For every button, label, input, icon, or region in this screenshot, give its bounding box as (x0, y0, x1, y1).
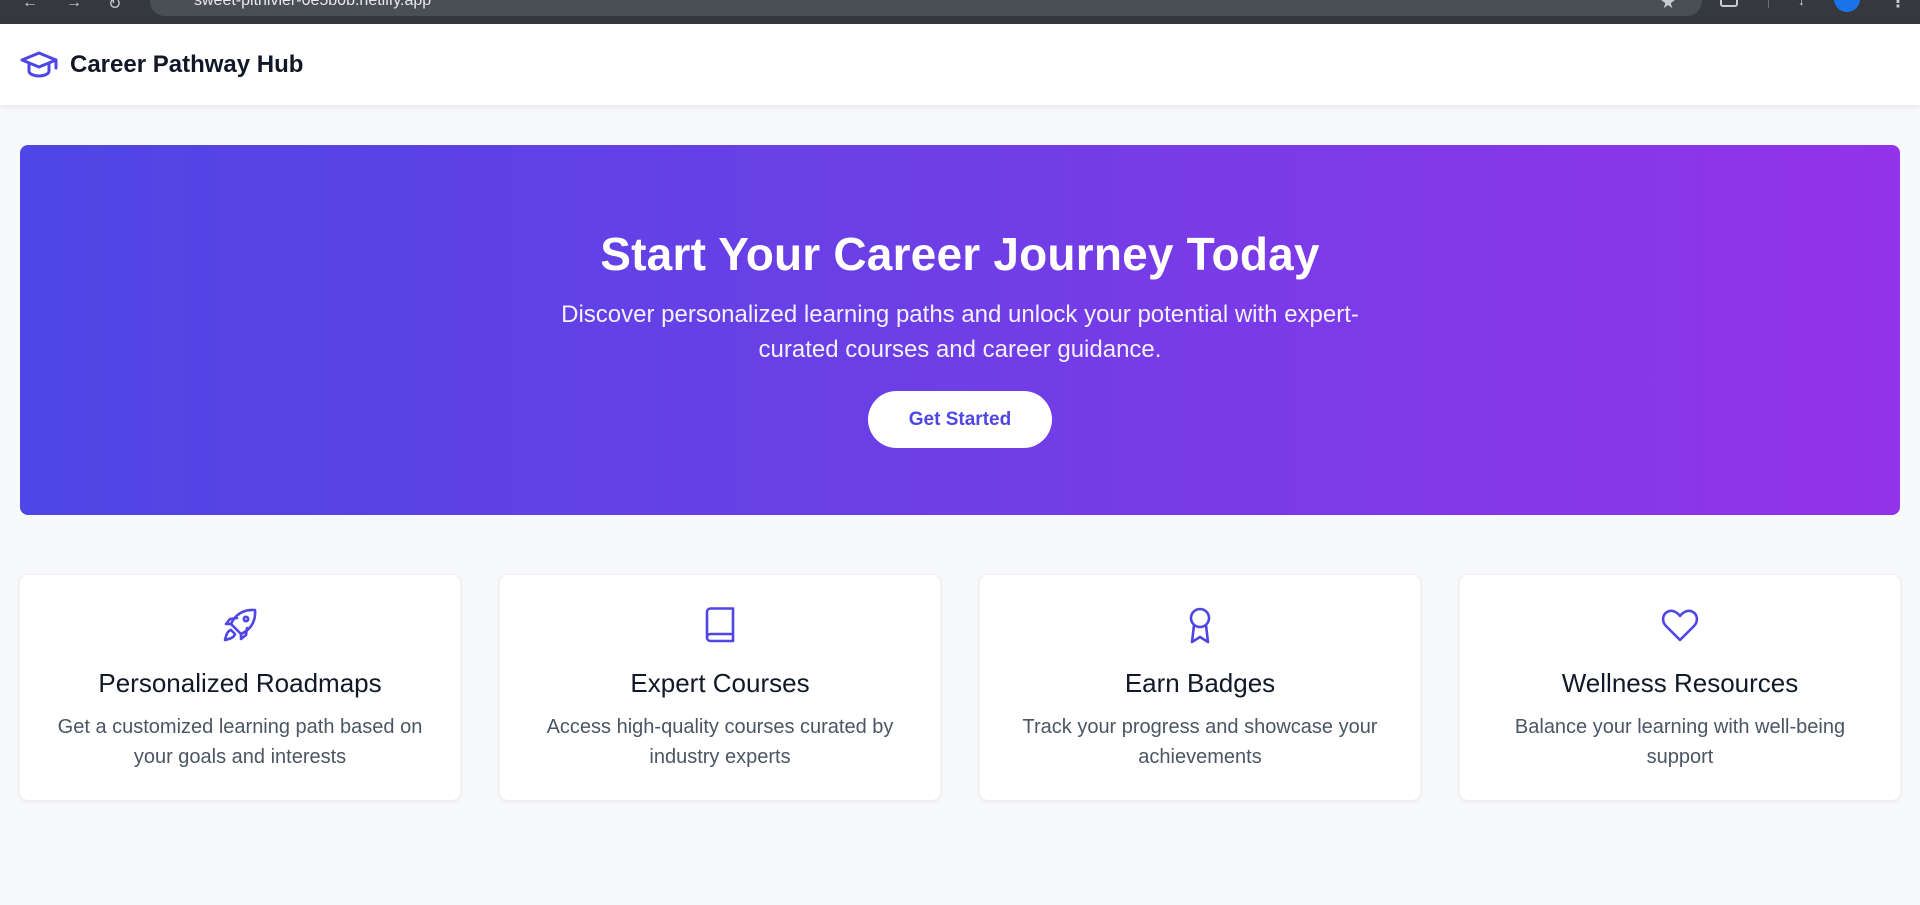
feature-description: Get a customized learning path based on … (57, 716, 423, 768)
feature-card-badges[interactable]: Earn Badges Track your progress and show… (980, 575, 1420, 800)
extensions-icon[interactable] (1720, 0, 1738, 7)
profile-avatar[interactable] (1834, 0, 1860, 12)
feature-card-roadmaps[interactable]: Personalized Roadmaps Get a customized l… (20, 575, 460, 800)
browser-toolbar: ← → ↻ sweet-pithivier-0e5b0b.netlify.app… (0, 0, 1920, 24)
hero-subtitle: Discover personalized learning paths and… (561, 301, 1359, 363)
rocket-icon (220, 605, 260, 645)
toolbar-divider (1768, 0, 1769, 8)
feature-description: Balance your learning with well-being su… (1514, 716, 1846, 768)
feature-card-wellness[interactable]: Wellness Resources Balance your learning… (1460, 575, 1900, 800)
feature-description: Access high-quality courses curated by i… (546, 716, 894, 768)
features-section: Personalized Roadmaps Get a customized l… (20, 575, 1900, 800)
menu-kebab-icon[interactable]: ⋮ (1890, 0, 1906, 12)
address-bar[interactable]: sweet-pithivier-0e5b0b.netlify.app (150, 0, 1702, 16)
award-icon (1180, 605, 1220, 645)
feature-description: Track your progress and showcase your ac… (1022, 716, 1378, 768)
hero-banner: Start Your Career Journey Today Discover… (20, 145, 1900, 515)
reload-icon[interactable]: ↻ (108, 0, 121, 14)
graduation-cap-icon (20, 48, 58, 82)
feature-title: Wellness Resources (1561, 668, 1799, 698)
get-started-button[interactable]: Get Started (868, 391, 1052, 448)
heart-icon (1660, 605, 1700, 645)
download-icon[interactable]: ↓ (1798, 0, 1805, 8)
book-icon (700, 605, 740, 645)
bookmark-star-icon[interactable]: ★ (1660, 0, 1676, 13)
brand-name[interactable]: Career Pathway Hub (70, 51, 303, 79)
feature-title: Expert Courses (630, 668, 810, 698)
feature-card-courses[interactable]: Expert Courses Access high-quality cours… (500, 575, 940, 800)
site-header: Career Pathway Hub (0, 24, 1920, 105)
feature-title: Earn Badges (1124, 668, 1276, 698)
forward-arrow-icon[interactable]: → (66, 0, 82, 12)
hero-title: Start Your Career Journey Today (600, 228, 1320, 280)
feature-title: Personalized Roadmaps (98, 668, 382, 698)
back-arrow-icon[interactable]: ← (22, 0, 38, 12)
